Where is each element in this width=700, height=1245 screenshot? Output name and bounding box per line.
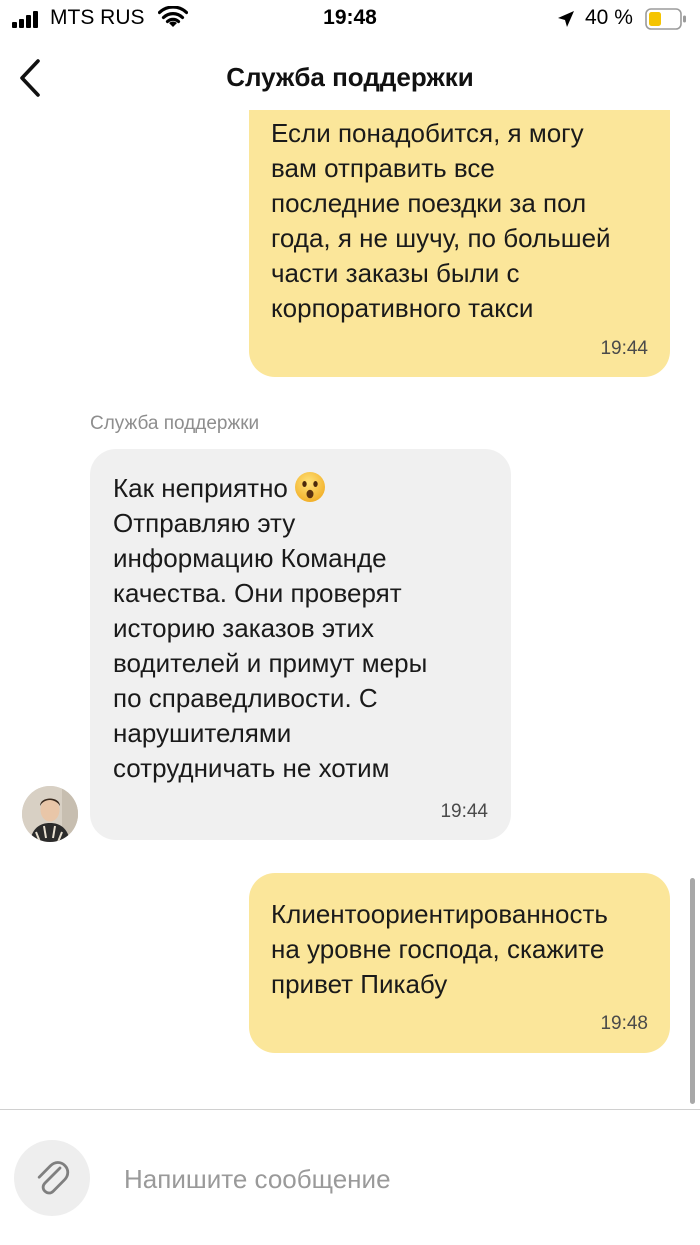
message-text: Если понадобится, я могу вам отправить в… (271, 118, 611, 323)
sender-label: Служба поддержки (90, 413, 260, 434)
outgoing-message[interactable]: Клиентоориентированность на уровне госпо… (249, 873, 670, 1053)
message-first-line: Как неприятно (113, 473, 288, 503)
astonished-face-emoji (294, 472, 325, 502)
composer-divider (0, 1109, 700, 1110)
scrollbar[interactable] (690, 878, 695, 1104)
location-icon (558, 11, 574, 27)
message-time: 19:44 (440, 801, 488, 822)
paperclip-icon (37, 1161, 70, 1195)
outgoing-message[interactable]: Если понадобится, я могу вам отправить в… (249, 110, 670, 377)
message-text: Как неприятно Отправляю эту информацию Ко… (113, 471, 493, 786)
message-time: 19:48 (600, 1013, 648, 1034)
message-time: 19:44 (600, 338, 648, 359)
battery-icon (645, 8, 686, 30)
message-text: Клиентоориентированность на уровне госпо… (271, 899, 608, 999)
status-bar: MTS RUS 19:48 40 % (0, 0, 700, 40)
incoming-message[interactable]: Как неприятно Отправляю эту информацию Ко… (90, 449, 511, 840)
page-title: Служба поддержки (226, 62, 474, 92)
message-input[interactable] (110, 1150, 670, 1208)
attach-button[interactable] (14, 1140, 90, 1216)
avatar[interactable] (22, 786, 78, 842)
support-agent-avatar-icon (22, 786, 78, 842)
battery-percent: 40 % (585, 6, 633, 29)
nav-bar: Служба поддержки (0, 40, 700, 116)
message-body: Отправляю эту информацию Команде качеств… (113, 508, 428, 783)
